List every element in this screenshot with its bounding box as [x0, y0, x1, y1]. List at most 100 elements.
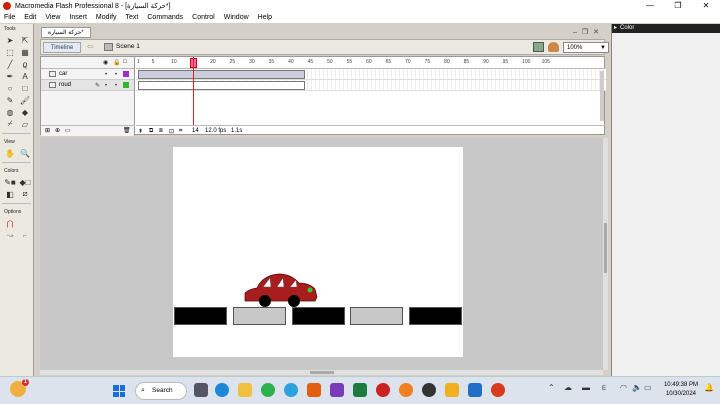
chevron-up-icon[interactable]: ⌃: [548, 383, 555, 392]
back-arrow-icon[interactable]: ⇦: [87, 42, 94, 51]
menu-window[interactable]: Window: [224, 14, 249, 21]
onion-markers-icon[interactable]: ⌗: [179, 128, 182, 135]
add-folder-icon[interactable]: ▭: [65, 127, 71, 134]
edit-scene-icon[interactable]: [533, 42, 544, 52]
eye-icon[interactable]: ◉: [103, 59, 108, 66]
start-button[interactable]: [113, 385, 125, 397]
menu-file[interactable]: File: [4, 14, 15, 21]
file-explorer-icon[interactable]: [238, 383, 252, 397]
fill-transform-tool-icon[interactable]: ▦: [19, 47, 31, 57]
minimize-button[interactable]: —: [636, 0, 664, 12]
text-tool-icon[interactable]: A: [19, 71, 31, 81]
pencil-tool-icon[interactable]: ✎: [4, 95, 16, 105]
task-view-icon[interactable]: [194, 383, 208, 397]
wifi-icon[interactable]: ◠: [620, 383, 627, 392]
road-segment[interactable]: [174, 307, 227, 325]
document-controls[interactable]: –❐✕: [573, 28, 604, 36]
battery-icon[interactable]: ▭: [644, 383, 652, 392]
excel-icon[interactable]: [353, 383, 367, 397]
layer-color-box[interactable]: [123, 71, 129, 77]
fill-color-icon[interactable]: ◆□: [19, 177, 31, 187]
timeline-scrollbar[interactable]: [600, 71, 604, 121]
pen-tool-icon[interactable]: ✒: [4, 71, 16, 81]
layer-row-car[interactable]: car • •: [41, 69, 134, 80]
stage[interactable]: [173, 147, 463, 357]
telegram-icon[interactable]: [284, 383, 298, 397]
powerpoint-icon[interactable]: [491, 383, 505, 397]
usb-icon[interactable]: ▬: [582, 383, 590, 392]
rectangle-tool-icon[interactable]: □: [19, 83, 31, 93]
line-tool-icon[interactable]: ╱: [4, 59, 16, 69]
menu-help[interactable]: Help: [258, 14, 272, 21]
no-color-icon[interactable]: ⧄: [19, 189, 31, 199]
color-panel-header[interactable]: Color: [612, 24, 720, 33]
cloud-icon[interactable]: ☁: [564, 383, 572, 392]
blender-icon[interactable]: [399, 383, 413, 397]
menu-edit[interactable]: Edit: [24, 14, 36, 21]
free-transform-tool-icon[interactable]: ⬚: [4, 47, 16, 57]
visual-studio-icon[interactable]: [330, 383, 344, 397]
add-guide-layer-icon[interactable]: ⊕: [55, 127, 60, 134]
paint-icon[interactable]: [468, 383, 482, 397]
onion-outline-icon[interactable]: ⧈: [159, 128, 163, 135]
menu-modify[interactable]: Modify: [96, 14, 117, 21]
timeline-toggle-button[interactable]: Timeline: [43, 42, 81, 53]
menu-commands[interactable]: Commands: [147, 14, 183, 21]
snap-magnet-icon[interactable]: ⋂: [4, 218, 16, 228]
car-symbol[interactable]: [243, 271, 323, 311]
frame-row-roud[interactable]: [136, 80, 606, 91]
whatsapp-icon[interactable]: [261, 383, 275, 397]
system-clock[interactable]: 10:49:38 PM 10/30/2024: [664, 381, 698, 399]
oval-tool-icon[interactable]: ○: [4, 83, 16, 93]
zoom-select[interactable]: 100% ▼: [563, 42, 609, 53]
brush-tool-icon[interactable]: 🖌: [19, 95, 31, 105]
eraser-tool-icon[interactable]: ▱: [19, 119, 31, 129]
close-button[interactable]: ✕: [692, 0, 720, 12]
stage-vertical-scrollbar[interactable]: [603, 138, 608, 370]
outline-icon[interactable]: □: [123, 59, 127, 65]
eyedropper-tool-icon[interactable]: ⌿: [4, 119, 16, 129]
menu-insert[interactable]: Insert: [69, 14, 87, 21]
hand-tool-icon[interactable]: ✋: [4, 148, 16, 158]
ink-bottle-tool-icon[interactable]: ◍: [4, 107, 16, 117]
volume-icon[interactable]: 🔈: [632, 383, 642, 392]
menu-control[interactable]: Control: [192, 14, 215, 21]
stage-horizontal-scrollbar[interactable]: [40, 370, 603, 375]
selection-tool-icon[interactable]: ➤: [4, 35, 16, 45]
playhead[interactable]: [193, 57, 194, 125]
flash-taskbar-icon[interactable]: [376, 383, 390, 397]
layer-color-box[interactable]: [123, 82, 129, 88]
swap-colors-icon[interactable]: ◧: [4, 189, 16, 199]
zoom-tool-icon[interactable]: 🔍: [19, 148, 31, 158]
road-segment[interactable]: [350, 307, 403, 325]
paint-bucket-tool-icon[interactable]: ◆: [19, 107, 31, 117]
center-frame-icon[interactable]: ⇞: [138, 128, 143, 135]
search-box[interactable]: ⌕ Search: [135, 382, 187, 400]
matlab-icon[interactable]: [307, 383, 321, 397]
edge-browser-icon[interactable]: [215, 383, 229, 397]
delete-layer-icon[interactable]: 🗑: [123, 127, 131, 134]
scene-label[interactable]: Scene 1: [116, 43, 140, 50]
onion-skin-icon[interactable]: ⧉: [149, 128, 153, 135]
lock-icon[interactable]: 🔒: [113, 59, 120, 66]
frame-ruler[interactable]: 1510152025303540455055606570758085909510…: [136, 57, 606, 69]
lasso-tool-icon[interactable]: ϱ: [19, 59, 31, 69]
stroke-color-icon[interactable]: ✎■: [4, 177, 16, 187]
menu-text[interactable]: Text: [126, 14, 139, 21]
layer-row-roud[interactable]: roud ✎ • •: [41, 80, 134, 91]
language-indicator[interactable]: E: [602, 386, 606, 392]
edit-symbols-icon[interactable]: [548, 42, 559, 52]
add-layer-icon[interactable]: ⊞: [45, 127, 50, 134]
road-segment[interactable]: [409, 307, 462, 325]
straighten-icon[interactable]: ⌐: [19, 230, 31, 240]
app-l-icon[interactable]: [422, 383, 436, 397]
document-tab[interactable]: حركة السيارة*: [41, 27, 91, 38]
frame-row-car[interactable]: [136, 69, 606, 80]
subselection-tool-icon[interactable]: ⇱: [19, 35, 31, 45]
edit-multiple-frames-icon[interactable]: ⊡: [169, 128, 174, 135]
static-frame-span[interactable]: [138, 81, 305, 90]
folder-icon[interactable]: [445, 383, 459, 397]
smooth-icon[interactable]: ↝: [4, 230, 16, 240]
weather-icon[interactable]: 1: [10, 379, 29, 397]
restore-button[interactable]: ❐: [664, 0, 692, 12]
